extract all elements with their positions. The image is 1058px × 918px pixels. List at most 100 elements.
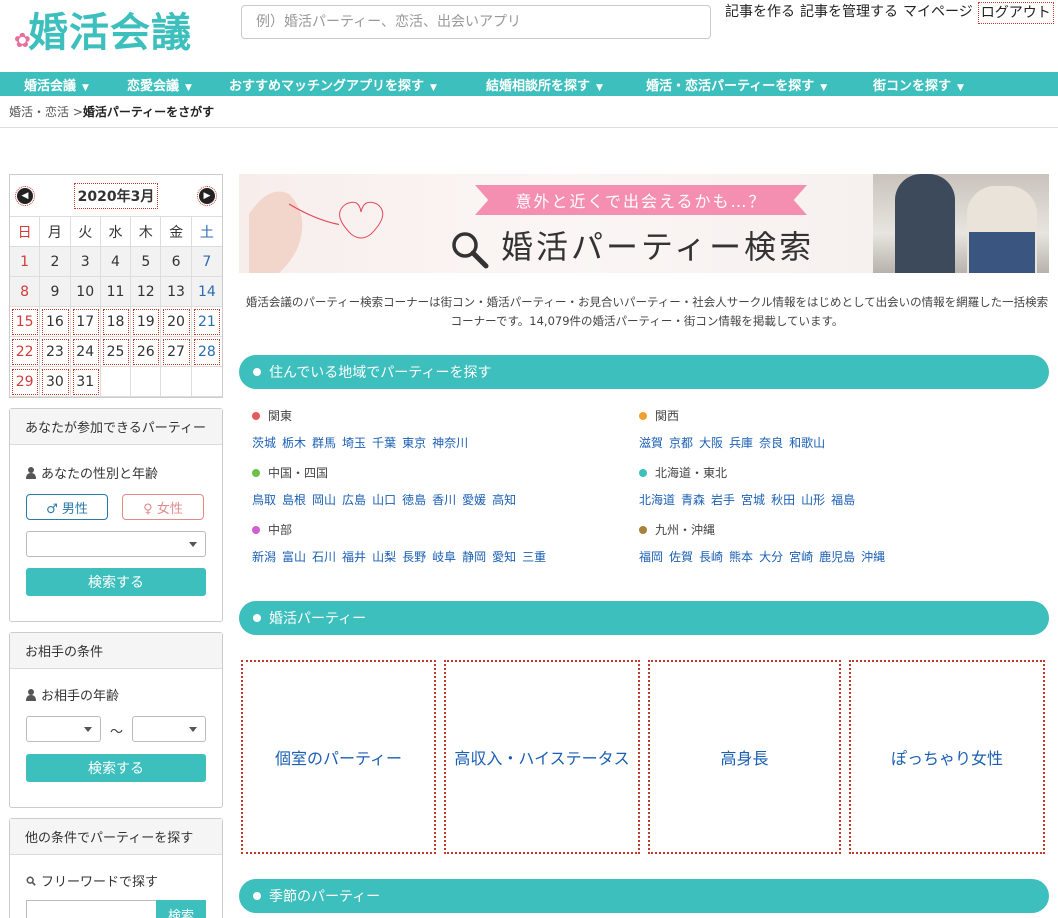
nav-item-apps[interactable]: おすすめマッチングアプリを探す ▼ [229, 75, 437, 94]
prefecture-link[interactable]: 東京 [402, 436, 426, 450]
prefecture-link[interactable]: 滋賀 [639, 436, 663, 450]
region-dot-icon [639, 525, 647, 534]
logout-link[interactable]: ログアウト [977, 2, 1054, 24]
prefecture-link[interactable]: 高知 [492, 493, 516, 507]
prefecture-link[interactable]: 熊本 [729, 550, 753, 564]
calendar-day[interactable]: 21 [191, 307, 222, 337]
person-icon [26, 467, 36, 479]
prefecture-link[interactable]: 宮崎 [789, 550, 813, 564]
prefecture-link[interactable]: 茨城 [252, 436, 276, 450]
search-input[interactable] [241, 5, 711, 39]
prefecture-link[interactable]: 福井 [342, 550, 366, 564]
nav-item-machikon[interactable]: 街コンを探す ▼ [873, 75, 964, 94]
prefecture-link[interactable]: 長野 [402, 550, 426, 564]
prefecture-link[interactable]: 鹿児島 [819, 550, 855, 564]
nav-item-renai[interactable]: 恋愛会議 ▼ [127, 75, 192, 94]
category-tall[interactable]: 高身長 [648, 660, 841, 854]
calendar-day[interactable]: 25 [100, 337, 132, 367]
prefecture-link[interactable]: 京都 [669, 436, 693, 450]
calendar-day[interactable]: 15 [10, 307, 41, 337]
age-min-select[interactable] [26, 716, 101, 742]
site-logo[interactable]: ✿ 婚活会議 [14, 8, 204, 58]
prefecture-link[interactable]: 千葉 [372, 436, 396, 450]
category-high-income[interactable]: 高収入・ハイステータス [444, 660, 640, 854]
prefecture-link[interactable]: 岡山 [312, 493, 336, 507]
prefecture-link[interactable]: 三重 [522, 550, 546, 564]
freeword-label: フリーワードで探す [26, 871, 158, 890]
freeword-input[interactable] [26, 900, 156, 918]
prefecture-link[interactable]: 山梨 [372, 550, 396, 564]
divider [0, 127, 1058, 128]
box-title: 他の条件でパーティーを探す [10, 819, 222, 855]
calendar-day[interactable]: 18 [100, 307, 132, 337]
prefecture-link[interactable]: 埼玉 [342, 436, 366, 450]
prefecture-link[interactable]: 徳島 [402, 493, 426, 507]
nav-item-party[interactable]: 婚活・恋活パーティーを探す ▼ [646, 75, 827, 94]
prev-month-icon[interactable]: ◀ [15, 185, 35, 206]
prefecture-link[interactable]: 岩手 [711, 493, 735, 507]
calendar-day[interactable]: 20 [161, 307, 192, 337]
calendar-title[interactable]: 2020年3月 [73, 182, 159, 209]
prefecture-link[interactable]: 鳥取 [252, 493, 276, 507]
prefecture-link[interactable]: 群馬 [312, 436, 336, 450]
prefecture-link[interactable]: 大阪 [699, 436, 723, 450]
calendar-day[interactable]: 26 [131, 337, 162, 367]
calendar-day[interactable]: 17 [70, 307, 101, 337]
prefecture-link[interactable]: 佐賀 [669, 550, 693, 564]
mypage-link[interactable]: マイページ [903, 2, 973, 24]
prefecture-link[interactable]: 岐阜 [432, 550, 456, 564]
prefecture-link[interactable]: 福岡 [639, 550, 663, 564]
calendar-day[interactable]: 27 [161, 337, 192, 367]
intro-text: 婚活会議のパーティー検索コーナーは街コン・婚活パーティー・お見合いパーティー・社… [245, 295, 1049, 328]
prefecture-link[interactable]: 香川 [432, 493, 456, 507]
manage-articles-link[interactable]: 記事を管理する [800, 2, 898, 24]
prefecture-link[interactable]: 石川 [312, 550, 336, 564]
calendar-day[interactable]: 31 [70, 367, 101, 397]
nav-item-agency[interactable]: 結婚相談所を探す ▼ [486, 75, 603, 94]
create-article-link[interactable]: 記事を作る [725, 2, 795, 24]
male-button[interactable]: ♂ 男性 [26, 494, 108, 520]
age-max-select[interactable] [132, 716, 206, 742]
calendar-day[interactable]: 19 [131, 307, 162, 337]
prefecture-link[interactable]: 島根 [282, 493, 306, 507]
category-private-room[interactable]: 個室のパーティー [241, 660, 436, 854]
nav-item-konkatsu[interactable]: 婚活会議 ▼ [24, 75, 89, 94]
calendar-day[interactable]: 29 [10, 367, 41, 397]
prefecture-link[interactable]: 愛媛 [462, 493, 486, 507]
prefecture-link[interactable]: 広島 [342, 493, 366, 507]
freeword-search-button[interactable]: 検索 [156, 900, 206, 918]
prefecture-link[interactable]: 山形 [801, 493, 825, 507]
calendar-day[interactable]: 24 [70, 337, 101, 367]
calendar-empty [131, 367, 162, 397]
next-month-icon[interactable]: ▶ [197, 185, 217, 206]
prefecture-link[interactable]: 長崎 [699, 550, 723, 564]
age-select[interactable] [26, 531, 206, 557]
prefecture-link[interactable]: 秋田 [771, 493, 795, 507]
prefecture-link[interactable]: 北海道 [639, 493, 675, 507]
female-button[interactable]: ♀ 女性 [122, 494, 204, 520]
prefecture-link[interactable]: 神奈川 [432, 436, 468, 450]
prefecture-link[interactable]: 沖縄 [861, 550, 885, 564]
prefecture-link[interactable]: 静岡 [462, 550, 486, 564]
prefecture-link[interactable]: 福島 [831, 493, 855, 507]
prefecture-link[interactable]: 新潟 [252, 550, 276, 564]
calendar-day[interactable]: 23 [40, 337, 71, 367]
prefecture-link[interactable]: 奈良 [759, 436, 783, 450]
calendar-day[interactable]: 22 [10, 337, 41, 367]
search-button[interactable]: 検索する [26, 754, 206, 782]
category-plump[interactable]: ぽっちゃり女性 [849, 660, 1045, 854]
prefecture-link[interactable]: 大分 [759, 550, 783, 564]
prefecture-link[interactable]: 愛知 [492, 550, 516, 564]
prefecture-link[interactable]: 富山 [282, 550, 306, 564]
search-button[interactable]: 検索する [26, 568, 206, 596]
prefecture-link[interactable]: 青森 [681, 493, 705, 507]
prefecture-link[interactable]: 和歌山 [789, 436, 825, 450]
prefecture-link[interactable]: 山口 [372, 493, 396, 507]
prefecture-link[interactable]: 宮城 [741, 493, 765, 507]
calendar-day[interactable]: 16 [40, 307, 71, 337]
calendar-day[interactable]: 28 [191, 337, 222, 367]
breadcrumb-parent[interactable]: 婚活・恋活 [9, 105, 69, 119]
calendar-day[interactable]: 30 [40, 367, 71, 397]
prefecture-link[interactable]: 栃木 [282, 436, 306, 450]
prefecture-link[interactable]: 兵庫 [729, 436, 753, 450]
